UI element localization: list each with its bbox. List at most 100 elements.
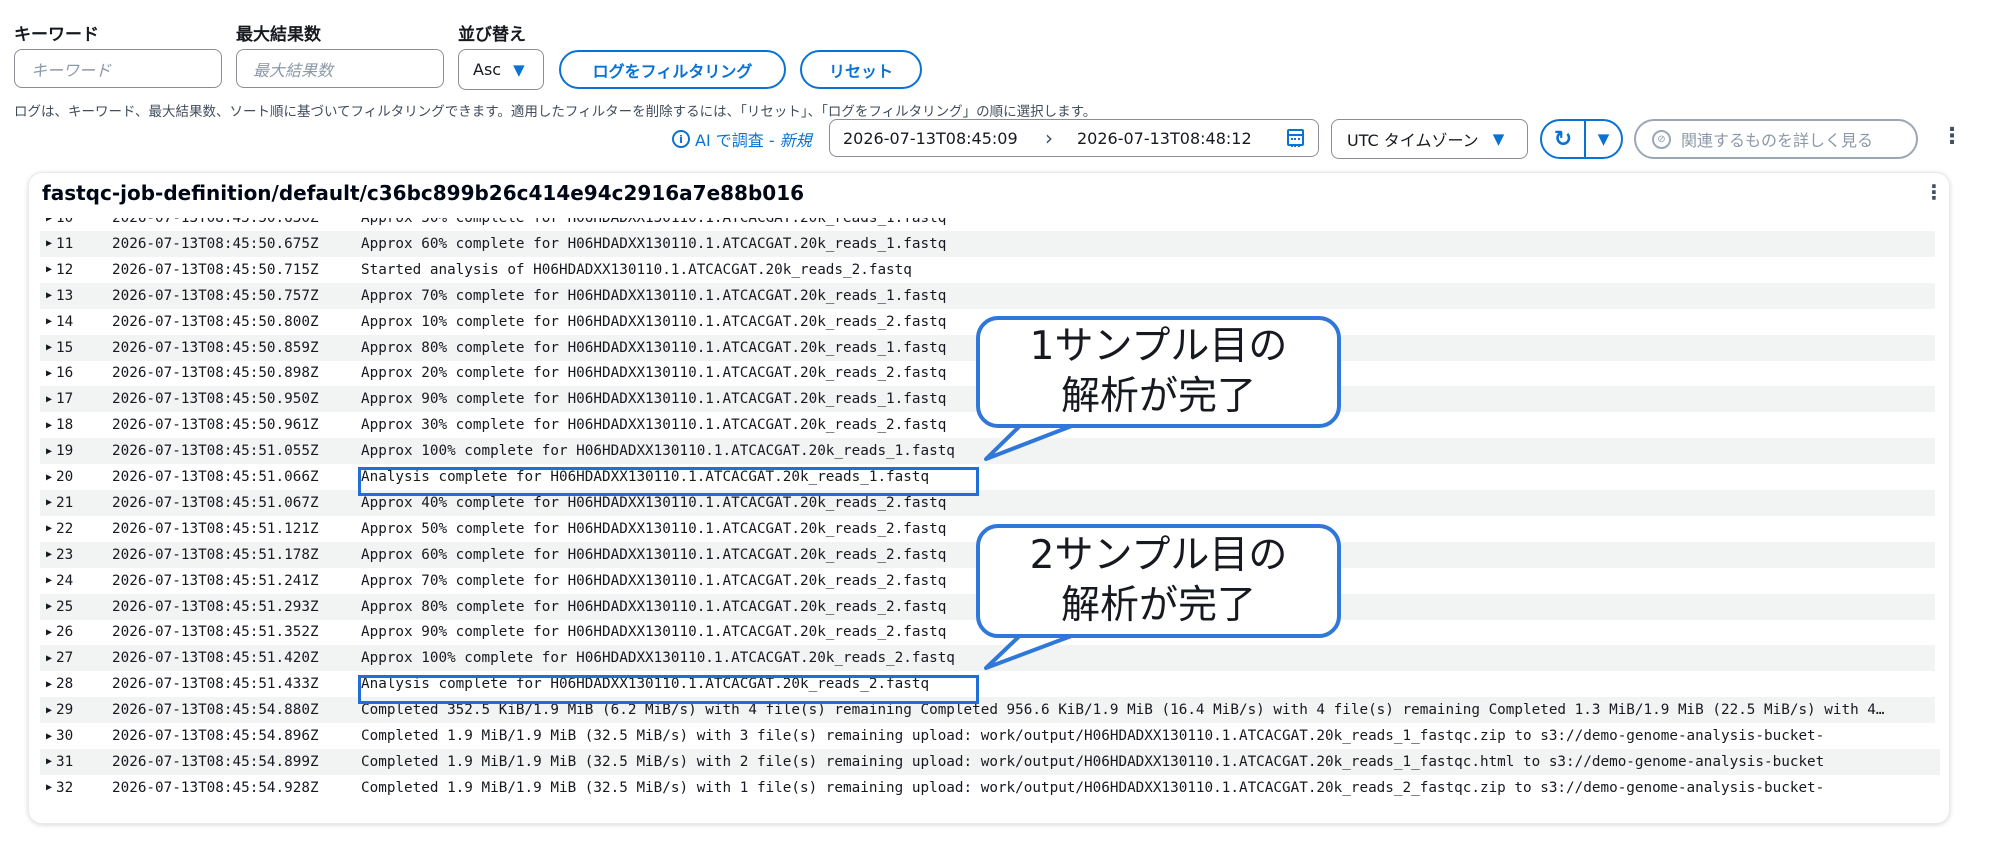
log-row[interactable]: ▶ 20 2026-07-13T08:45:51.066Z Analysis comp… (40, 464, 1935, 490)
panel-menu-icon[interactable]: ⋮ (1924, 182, 1944, 202)
log-row[interactable]: ▶ 30 2026-07-13T08:45:54.896Z Completed 1.9… (40, 723, 1940, 749)
log-row-timestamp: 2026-07-13T08:45:51.293Z (112, 598, 319, 615)
log-row-number: 24 (56, 572, 74, 589)
expand-row-icon[interactable]: ▶ (46, 705, 56, 716)
log-row-message: Approx 80% complete for H06HDADXX130110.… (361, 598, 947, 615)
expand-row-icon[interactable]: ▶ (46, 316, 56, 327)
log-row-timestamp: 2026-07-13T08:45:50.675Z (112, 235, 319, 252)
explore-related-button[interactable]: ⊘ 関連するものを詳しく見る (1634, 119, 1918, 159)
log-row-message: Approx 10% complete for H06HDADXX130110.… (361, 313, 947, 330)
log-row-number: 27 (56, 650, 74, 667)
log-row[interactable]: ▶ 12 2026-07-13T08:45:50.715Z Started analy… (40, 257, 1935, 283)
timezone-select[interactable]: UTC タイムゾーン ▼ (1331, 119, 1528, 159)
log-row-timestamp: 2026-07-13T08:45:51.241Z (112, 572, 319, 589)
log-row[interactable]: ▶ 11 2026-07-13T08:45:50.675Z Approx 60% co… (40, 230, 1935, 257)
expand-row-icon[interactable]: ▶ (46, 549, 56, 560)
log-row-number: 26 (56, 624, 74, 641)
log-row-timestamp: 2026-07-13T08:45:50.800Z (112, 313, 319, 330)
log-row[interactable]: ▶ 27 2026-07-13T08:45:51.420Z Approx 100% c… (40, 645, 1935, 672)
new-badge: 新規 (779, 131, 812, 150)
log-row[interactable]: ▶ 21 2026-07-13T08:45:51.067Z Approx 40% co… (40, 489, 1935, 516)
expand-row-icon[interactable]: ▶ (46, 575, 56, 586)
expand-row-icon[interactable]: ▶ (46, 472, 56, 483)
highlight-box-sample2 (358, 675, 979, 704)
log-row-timestamp: 2026-07-13T08:45:51.178Z (112, 546, 319, 563)
callout1-line1: 1サンプル目の (1029, 324, 1288, 369)
more-options-icon[interactable]: ⋮ (1941, 126, 1963, 148)
log-row[interactable]: ▶ 29 2026-07-13T08:45:54.880Z Completed 352… (40, 697, 1935, 724)
expand-row-icon[interactable]: ▶ (46, 446, 56, 457)
log-row[interactable]: ▶ 28 2026-07-13T08:45:51.433Z Analysis comp… (40, 671, 1935, 697)
log-row-timestamp: 2026-07-13T08:45:51.055Z (112, 443, 319, 460)
ai-investigate-link[interactable]: i AI で調査 - 新規 (672, 127, 812, 151)
log-row-number: 29 (56, 702, 74, 719)
arrow-right-icon: › (1045, 126, 1053, 150)
caret-down-icon[interactable]: ▼ (1586, 121, 1621, 157)
expand-row-icon[interactable]: ▶ (46, 523, 56, 534)
log-row-number: 22 (56, 520, 74, 537)
log-events-list[interactable]: ▶ 10 2026-07-13T08:45:50.630Z Approx 50% co… (40, 218, 1940, 810)
log-row[interactable]: ▶ 31 2026-07-13T08:45:54.899Z Completed 1.9… (40, 748, 1940, 775)
log-row-message: Started analysis of H06HDADXX130110.1.AT… (361, 261, 912, 278)
log-row-timestamp: 2026-07-13T08:45:50.630Z (112, 218, 319, 226)
start-time: 2026-07-13T08:45:09 (843, 128, 1018, 148)
reset-button[interactable]: リセット (800, 50, 922, 89)
expand-row-icon[interactable]: ▶ (46, 497, 56, 508)
expand-row-icon[interactable]: ▶ (46, 368, 56, 379)
expand-row-icon[interactable]: ▶ (46, 290, 56, 301)
log-row-message: Approx 30% complete for H06HDADXX130110.… (361, 417, 947, 434)
log-row-timestamp: 2026-07-13T08:45:54.928Z (112, 779, 319, 796)
refresh-split-button[interactable]: ↻ ▼ (1540, 119, 1623, 159)
expand-row-icon[interactable]: ▶ (46, 238, 56, 249)
expand-row-icon[interactable]: ▶ (46, 756, 56, 767)
log-row-message: Approx 90% complete for H06HDADXX130110.… (361, 624, 947, 641)
expand-row-icon[interactable]: ▶ (46, 342, 56, 353)
log-row-number: 20 (56, 469, 74, 485)
log-row-message: Approx 100% complete for H06HDADXX130110… (361, 443, 955, 460)
log-row-timestamp: 2026-07-13T08:45:51.433Z (112, 676, 319, 693)
log-row-number: 10 (56, 218, 74, 226)
max-results-input[interactable]: 最大結果数 (236, 49, 444, 88)
ai-link-label: AI で調査 - (695, 131, 775, 150)
expand-row-icon[interactable]: ▶ (46, 601, 56, 612)
log-row-timestamp: 2026-07-13T08:45:54.899Z (112, 753, 319, 770)
expand-row-icon[interactable]: ▶ (46, 218, 56, 224)
log-row-number: 12 (56, 261, 74, 278)
log-row-number: 21 (56, 494, 74, 511)
date-range-picker[interactable]: 2026-07-13T08:45:09 › 2026-07-13T08:48:1… (829, 119, 1319, 157)
filter-help-text: ログは、キーワード、最大結果数、ソート順に基づいてフィルタリングできます。適用し… (14, 104, 1097, 120)
refresh-icon[interactable]: ↻ (1542, 121, 1586, 157)
expand-row-icon[interactable]: ▶ (46, 782, 56, 793)
calendar-icon[interactable] (1287, 129, 1304, 147)
expand-row-icon[interactable]: ▶ (46, 264, 56, 275)
log-row-number: 31 (56, 753, 74, 770)
timezone-value: UTC タイムゾーン (1347, 131, 1479, 150)
filter-logs-button[interactable]: ログをフィルタリング (559, 50, 786, 89)
expand-row-icon[interactable]: ▶ (46, 679, 56, 690)
log-row[interactable]: ▶ 32 2026-07-13T08:45:54.928Z Completed 1.9… (40, 775, 1940, 801)
log-row-message: Completed 1.9 MiB/1.9 MiB (32.5 MiB/s) w… (361, 779, 1825, 796)
log-row-timestamp: 2026-07-13T08:45:50.859Z (112, 339, 319, 356)
log-row-message: Completed 352.5 KiB/1.9 MiB (6.2 MiB/s) … (361, 702, 1885, 719)
expand-row-icon[interactable]: ▶ (46, 653, 56, 664)
caret-down-icon: ▼ (513, 60, 525, 79)
explore-related-label: 関連するものを詳しく見る (1681, 131, 1874, 150)
expand-row-icon[interactable]: ▶ (46, 731, 56, 742)
log-row-timestamp: 2026-07-13T08:45:54.896Z (112, 728, 319, 744)
keyword-input[interactable]: キーワード (14, 49, 222, 88)
log-row[interactable]: ▶ 10 2026-07-13T08:45:50.630Z Approx 50% co… (40, 218, 1935, 231)
log-row-message: Approx 20% complete for H06HDADXX130110.… (361, 365, 947, 382)
log-row[interactable]: ▶ 19 2026-07-13T08:45:51.055Z Approx 100% c… (40, 438, 1935, 465)
sort-value: Asc (473, 60, 502, 79)
info-icon: i (672, 130, 690, 148)
log-row-message: Completed 1.9 MiB/1.9 MiB (32.5 MiB/s) w… (361, 728, 1825, 744)
expand-row-icon[interactable]: ▶ (46, 394, 56, 405)
compass-icon: ⊘ (1652, 129, 1671, 149)
expand-row-icon[interactable]: ▶ (46, 627, 56, 638)
sort-select[interactable]: Asc ▼ (458, 49, 544, 90)
expand-row-icon[interactable]: ▶ (46, 420, 56, 431)
log-row-number: 32 (56, 779, 74, 796)
log-row-number: 15 (56, 339, 74, 356)
log-row-number: 30 (56, 728, 74, 744)
log-row[interactable]: ▶ 13 2026-07-13T08:45:50.757Z Approx 70% co… (40, 282, 1935, 309)
